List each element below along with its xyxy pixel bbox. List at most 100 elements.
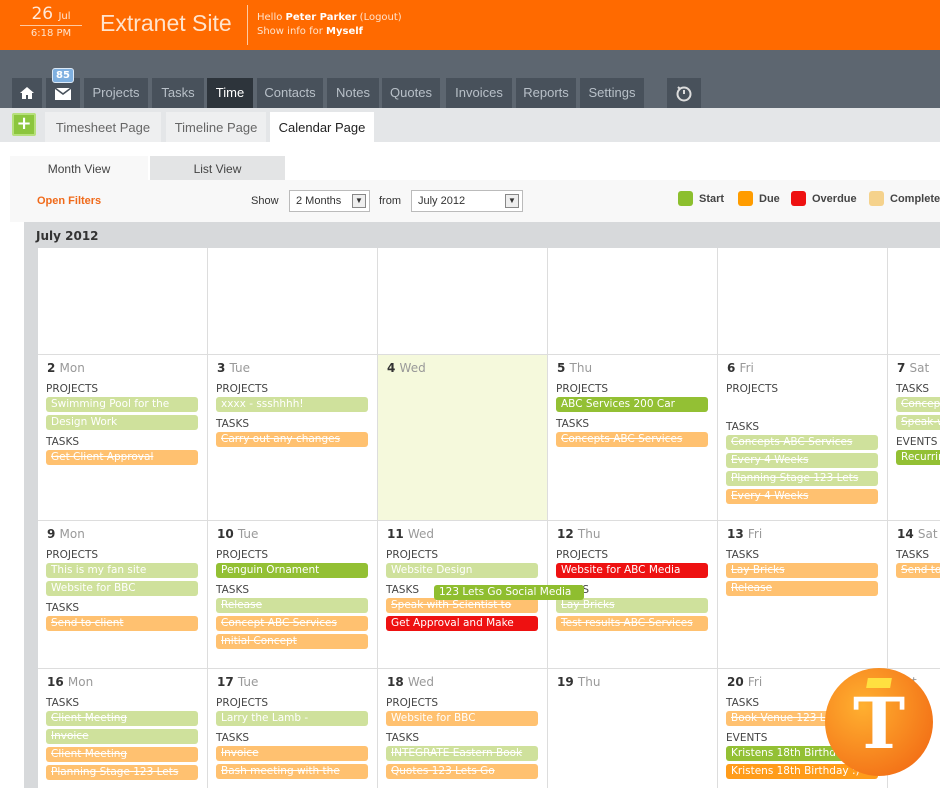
legend-swatch-overdue <box>791 191 806 206</box>
day-name: Sat <box>909 361 930 375</box>
calendar-item[interactable]: Concept ABC Services <box>216 616 368 631</box>
tab-quotes[interactable]: Quotes <box>382 78 440 108</box>
day-cell[interactable] <box>378 248 548 355</box>
tab-time[interactable]: Time <box>207 78 253 108</box>
calendar-item[interactable]: Planning Stage 123 Lets <box>726 471 878 486</box>
add-button[interactable]: + <box>12 113 36 136</box>
day-cell[interactable]: 16 Mon TASKS Client Meeting Invoice Client M… <box>38 669 208 788</box>
day-cell[interactable]: 10 Tue PROJECTS Penguin Ornament TASKS Relea… <box>208 521 378 669</box>
calendar-item[interactable]: xxxx - ssshhhh! <box>216 397 368 412</box>
calendar-item[interactable]: Website Design <box>386 563 538 578</box>
tab-tasks[interactable]: Tasks <box>152 78 204 108</box>
tab-timesheet-page[interactable]: Timesheet Page <box>45 112 161 142</box>
calendar-item[interactable]: Concepts ABC Services <box>726 435 878 450</box>
day-cell[interactable] <box>548 248 718 355</box>
calendar-item[interactable]: Planning Stage 123 Lets <box>46 765 198 780</box>
tab-timeline-page[interactable]: Timeline Page <box>166 112 266 142</box>
home-button[interactable] <box>12 78 42 108</box>
tab-list-view[interactable]: List View <box>150 156 285 182</box>
section-label: PROJECTS <box>46 383 99 395</box>
calendar-item[interactable]: INTEGRATE Eastern Book <box>386 746 538 761</box>
calendar-item[interactable]: Bash meeting with the <box>216 764 368 779</box>
spanning-event[interactable]: 123 Lets Go Social Media <box>434 585 584 600</box>
day-cell[interactable]: 5 Thu PROJECTS ABC Services 200 Car TASKS Co… <box>548 355 718 521</box>
calendar-item[interactable]: Lay Bricks <box>726 563 878 578</box>
tab-calendar-page[interactable]: Calendar Page <box>270 112 374 142</box>
calendar-item[interactable]: Penguin Ornament <box>216 563 368 578</box>
open-filters-link[interactable]: Open Filters <box>37 195 101 207</box>
calendar-item[interactable]: Speak with Scientist to <box>386 598 538 613</box>
calendar-item[interactable]: Client Meeting <box>46 747 198 762</box>
day-cell[interactable]: 17 Tue PROJECTS Larry the Lamb - TASKS Invoi… <box>208 669 378 788</box>
day-cell[interactable]: 18 Wed PROJECTS Website for BBC TASKS INTEGR… <box>378 669 548 788</box>
calendar-item[interactable]: Concepts ABC Services <box>556 432 708 447</box>
tab-invoices[interactable]: Invoices <box>446 78 512 108</box>
calendar-item[interactable]: Send to <box>896 563 940 578</box>
day-cell[interactable]: 4 Wed 123 Lets Go Social Media <box>378 355 584 600</box>
tab-reports[interactable]: Reports <box>516 78 576 108</box>
day-cell[interactable] <box>208 248 378 355</box>
calendar-item[interactable]: Website for BBC <box>386 711 538 726</box>
calendar-item[interactable]: Get Client Approval <box>46 450 198 465</box>
calendar-item[interactable]: Design Work <box>46 415 198 430</box>
calendar-item[interactable]: Every 4 Weeks <box>726 453 878 468</box>
calendar-item[interactable]: Larry the Lamb - <box>216 711 368 726</box>
calendar-item[interactable]: Initial Concept <box>216 634 368 649</box>
day-cell[interactable]: 7 Sat TASKS Concept Speak-w EVENTS Recurrin <box>888 355 940 521</box>
show-range-select[interactable]: 2 Months ▼ <box>289 190 370 212</box>
calendar-item[interactable]: Swimming Pool for the <box>46 397 198 412</box>
calendar-item[interactable]: Release <box>726 581 878 596</box>
tab-notes[interactable]: Notes <box>327 78 379 108</box>
calendar-item[interactable]: Get Approval and Make <box>386 616 538 631</box>
day-name: Tue <box>237 675 259 689</box>
section-label: TASKS <box>216 732 249 744</box>
day-num: 7 <box>897 361 906 375</box>
section-label: TASKS <box>726 549 759 561</box>
day-cell[interactable] <box>888 248 940 355</box>
calendar-item[interactable]: Client Meeting <box>46 711 198 726</box>
date-day: 26 <box>31 4 54 24</box>
tab-month-view[interactable]: Month View <box>10 156 148 182</box>
calendar-item[interactable]: Website for ABC Media <box>556 563 708 578</box>
day-cell[interactable] <box>718 248 888 355</box>
calendar-item[interactable]: Speak-w <box>896 415 940 430</box>
day-cell[interactable]: 19 Thu <box>548 669 718 788</box>
calendar-item[interactable]: Recurrin <box>896 450 940 465</box>
day-cell[interactable]: 6 Fri PROJECTS TASKS Concepts ABC Services E… <box>718 355 888 521</box>
calendar-item[interactable]: Quotes 123 Lets Go <box>386 764 538 779</box>
day-num: 10 <box>217 527 234 541</box>
tab-contacts[interactable]: Contacts <box>257 78 323 108</box>
tab-settings[interactable]: Settings <box>580 78 644 108</box>
legend-label-complete: Complete <box>890 193 940 205</box>
day-num: 12 <box>557 527 574 541</box>
calendar-item[interactable]: Invoice <box>46 729 198 744</box>
logout-link[interactable]: (Logout) <box>360 12 402 23</box>
section-label: PROJECTS <box>386 549 439 561</box>
calendar-item[interactable]: Send to client <box>46 616 198 631</box>
calendar-item[interactable]: ABC Services 200 Car <box>556 397 708 412</box>
from-month-select[interactable]: July 2012 ▼ <box>411 190 523 212</box>
calendar-item[interactable]: Every 4 Weeks <box>726 489 878 504</box>
calendar-item[interactable]: Test results ABC Services <box>556 616 708 631</box>
day-cell[interactable]: 9 Mon PROJECTS This is my fan site Website … <box>38 521 208 669</box>
day-cell[interactable]: 2 Mon PROJECTS Swimming Pool for the Design… <box>38 355 208 521</box>
calendar-item[interactable]: Website for BBC <box>46 581 198 596</box>
day-cell[interactable]: 13 Fri TASKS Lay Bricks Release <box>718 521 888 669</box>
show-info-user[interactable]: Myself <box>326 26 363 37</box>
watermark-logo: T <box>825 668 933 776</box>
tab-projects[interactable]: Projects <box>84 78 148 108</box>
timer-button[interactable] <box>667 78 701 108</box>
calendar-item[interactable]: Carry out any changes <box>216 432 368 447</box>
calendar-item[interactable]: This is my fan site <box>46 563 198 578</box>
day-cell[interactable]: 14 Sat TASKS Send to <box>888 521 940 669</box>
day-items: TASKS Lay Bricks Release <box>726 543 878 599</box>
calendar-item[interactable]: Lay Bricks <box>556 598 708 613</box>
day-cell[interactable]: 3 Tue PROJECTS xxxx - ssshhhh! TASKS Carry o… <box>208 355 378 521</box>
legend-label-overdue: Overdue <box>812 193 857 205</box>
day-num: 17 <box>217 675 234 689</box>
section-label: TASKS <box>216 418 249 430</box>
day-cell[interactable] <box>38 248 208 355</box>
calendar-item[interactable]: Invoice <box>216 746 368 761</box>
calendar-item[interactable]: Release <box>216 598 368 613</box>
calendar-item[interactable]: Concept <box>896 397 940 412</box>
